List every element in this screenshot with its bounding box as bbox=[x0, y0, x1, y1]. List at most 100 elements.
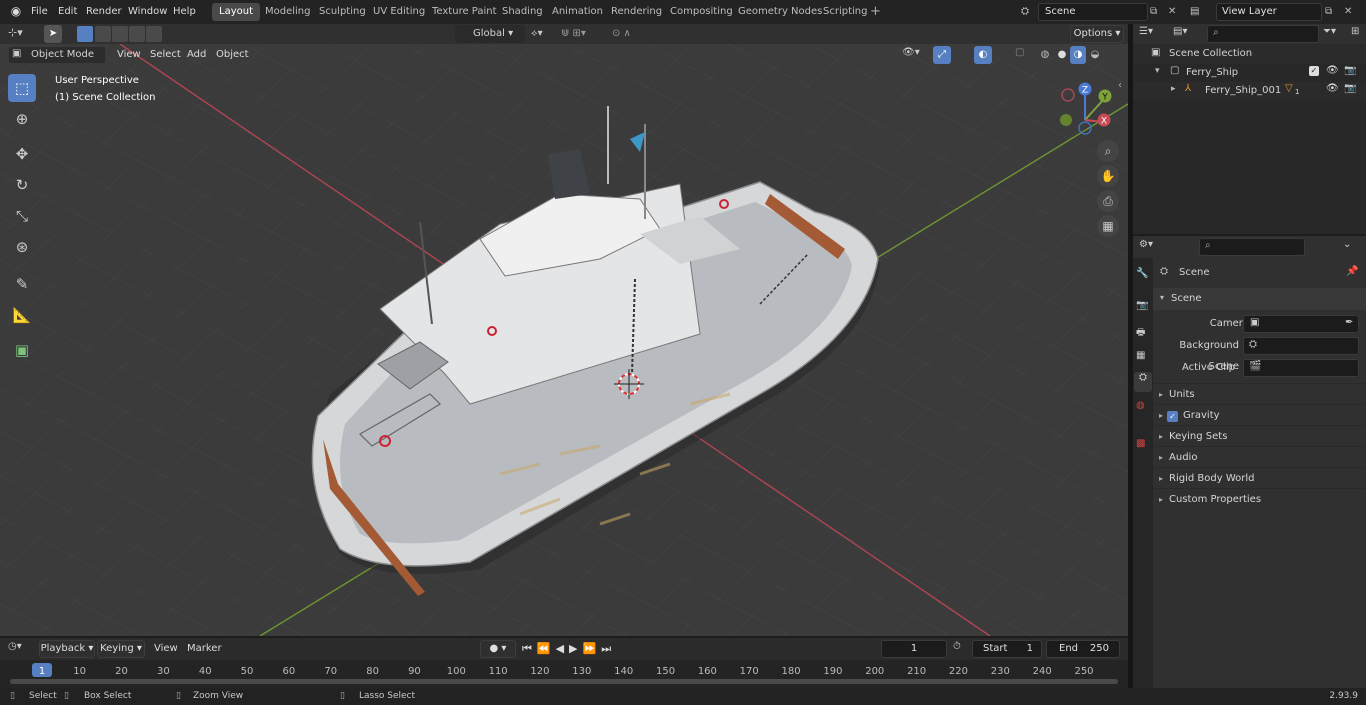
tab-animation[interactable]: Animation bbox=[545, 3, 610, 21]
panel-rigid-body-world[interactable]: ▸ Rigid Body World bbox=[1153, 467, 1366, 488]
render-camera-icon[interactable]: 📷 bbox=[1344, 65, 1356, 76]
select-box-tool-icon[interactable]: ⬚ bbox=[8, 74, 36, 102]
panel-custom-properties[interactable]: ▸ Custom Properties bbox=[1153, 488, 1366, 509]
shading-rendered-icon[interactable]: ◒ bbox=[1087, 46, 1103, 64]
3d-viewport[interactable]: Z Y X Object Mode ▣ View Select Add Obje… bbox=[0, 44, 1128, 636]
viewport-menu-object[interactable]: Object bbox=[216, 47, 249, 63]
preview-range-icon[interactable]: ⏱ bbox=[953, 641, 961, 652]
panel-audio[interactable]: ▸ Audio bbox=[1153, 446, 1366, 467]
editor-type-icon[interactable]: ⊹▾ bbox=[8, 26, 34, 42]
overlay-toggle-icon[interactable]: ◐ bbox=[974, 46, 992, 64]
outliner-row-ferry-ship[interactable]: ▾ ▢ Ferry_Ship ✓ 👁 📷 bbox=[1133, 64, 1366, 82]
menu-window[interactable]: Window bbox=[128, 4, 167, 20]
select-tool-icon[interactable]: ➤ bbox=[44, 25, 62, 43]
menu-edit[interactable]: Edit bbox=[58, 4, 77, 20]
display-mode-icon[interactable]: ▤▾ bbox=[1173, 26, 1199, 42]
xray-toggle-icon[interactable]: ▢ bbox=[1015, 47, 1029, 63]
exclude-checkbox[interactable]: ✓ bbox=[1309, 66, 1319, 76]
sidebar-toggle-icon[interactable]: ‹ bbox=[1118, 80, 1128, 94]
gizmo-toggle-icon[interactable]: ⤢ bbox=[933, 46, 951, 64]
eyedropper-icon[interactable]: ✒ bbox=[1345, 317, 1353, 328]
background-scene-field[interactable] bbox=[1243, 337, 1359, 355]
panel-gravity[interactable]: ▸ ✓ Gravity bbox=[1153, 404, 1366, 425]
mode-set-icon[interactable] bbox=[77, 26, 93, 42]
pin-icon[interactable]: 📌 bbox=[1346, 266, 1358, 277]
gravity-checkbox[interactable]: ✓ bbox=[1167, 411, 1179, 422]
keying-menu[interactable]: Keying ▾ bbox=[97, 640, 145, 658]
expand-arrow-icon[interactable]: ▾ bbox=[1155, 66, 1160, 76]
snap-icon[interactable]: ⋓ ⊞▾ bbox=[561, 25, 609, 43]
shading-solid-icon[interactable]: ● bbox=[1054, 46, 1070, 64]
shading-wireframe-icon[interactable]: ◍ bbox=[1037, 46, 1053, 64]
visibility-eye-icon[interactable]: 👁 bbox=[1326, 65, 1339, 76]
tab-texture-paint[interactable]: Texture Paint bbox=[425, 3, 504, 21]
panel-units[interactable]: ▸ Units bbox=[1153, 383, 1366, 404]
properties-search-input[interactable] bbox=[1199, 238, 1305, 256]
camera-field[interactable] bbox=[1243, 315, 1359, 333]
measure-tool-icon[interactable]: 📐 bbox=[8, 301, 36, 329]
view-layer-selector-icon[interactable]: ▤ bbox=[1190, 3, 1214, 21]
annotate-tool-icon[interactable]: ✎ bbox=[8, 270, 36, 298]
timeline-menu-view[interactable]: View bbox=[154, 641, 178, 657]
view-layer-tab-icon[interactable]: ▦ bbox=[1136, 350, 1145, 361]
timeline-menu-marker[interactable]: Marker bbox=[187, 641, 222, 657]
menu-render[interactable]: Render bbox=[86, 4, 122, 20]
outliner-editor-type-icon[interactable]: ☰▾ bbox=[1139, 26, 1165, 42]
menu-file[interactable]: File bbox=[31, 4, 48, 20]
outliner-row-ferry-ship-001[interactable]: ▸ ⅄ Ferry_Ship_001 ▽ 1 👁 📷 bbox=[1133, 82, 1366, 100]
scale-tool-icon[interactable]: ⤡ bbox=[8, 202, 36, 230]
blender-logo-icon[interactable]: ◉ bbox=[8, 4, 24, 20]
rotate-tool-icon[interactable]: ↻ bbox=[8, 171, 36, 199]
visibility-toggle-icon[interactable]: 👁▾ bbox=[902, 47, 928, 63]
new-collection-icon[interactable]: ⊞ bbox=[1351, 26, 1363, 42]
output-tab-icon[interactable]: 🖶 bbox=[1136, 325, 1145, 342]
mode-intersect-icon[interactable] bbox=[146, 26, 162, 42]
playback-menu[interactable]: Playback ▾ bbox=[39, 640, 95, 658]
scene-section-header[interactable]: ▾ Scene bbox=[1153, 288, 1366, 310]
area-divider[interactable] bbox=[1128, 24, 1133, 688]
tab-layout[interactable]: Layout bbox=[212, 3, 260, 21]
world-tab-icon[interactable]: ◍ bbox=[1136, 400, 1145, 411]
record-keyframes-button[interactable]: ● ▾ bbox=[480, 640, 516, 658]
tab-rendering[interactable]: Rendering bbox=[604, 3, 669, 21]
view-layer-field[interactable]: View Layer bbox=[1216, 3, 1322, 21]
camera-view-icon[interactable]: ⎙ bbox=[1097, 190, 1119, 212]
end-frame-field[interactable]: End 250 bbox=[1046, 640, 1120, 658]
render-tab-icon[interactable]: 📷 bbox=[1136, 300, 1148, 311]
outliner-row-scene-collection[interactable]: ▣ Scene Collection bbox=[1133, 44, 1366, 64]
new-view-layer-icon[interactable]: ⧉ bbox=[1325, 3, 1341, 21]
start-frame-field[interactable]: Start 1 bbox=[972, 640, 1042, 658]
scene-name-field[interactable]: Scene bbox=[1038, 3, 1148, 21]
zoom-icon[interactable]: ⌕ bbox=[1097, 140, 1119, 162]
properties-editor-type-icon[interactable]: ⚙▾ bbox=[1139, 239, 1165, 255]
render-camera-icon[interactable]: 📷 bbox=[1344, 83, 1356, 94]
add-workspace-icon[interactable]: + bbox=[870, 4, 884, 20]
tab-shading[interactable]: Shading bbox=[495, 3, 550, 21]
shading-material-icon[interactable]: ◑ bbox=[1070, 46, 1086, 64]
mode-extend-icon[interactable] bbox=[95, 26, 111, 42]
perspective-toggle-icon[interactable]: ▦ bbox=[1097, 215, 1119, 237]
menu-help[interactable]: Help bbox=[173, 4, 196, 20]
tab-modeling[interactable]: Modeling bbox=[258, 3, 318, 21]
timeline-editor-type-icon[interactable]: ◷▾ bbox=[8, 641, 34, 657]
viewport-menu-view[interactable]: View bbox=[117, 47, 141, 63]
tool-tab-icon[interactable]: 🔧 bbox=[1136, 268, 1148, 279]
scene-tab-icon[interactable]: ⛭ bbox=[1134, 372, 1152, 392]
pivot-icon[interactable]: ⟡▾ bbox=[531, 25, 557, 43]
tab-uv-editing[interactable]: UV Editing bbox=[366, 3, 432, 21]
proportional-edit-icon[interactable]: ⊙ ∧ bbox=[612, 25, 656, 43]
properties-options-icon[interactable]: ⌄ bbox=[1343, 239, 1359, 255]
viewport-menu-add[interactable]: Add bbox=[187, 47, 206, 63]
timeline-scrollbar[interactable] bbox=[10, 679, 1118, 684]
texture-tab-icon[interactable]: ▩ bbox=[1136, 438, 1145, 449]
tab-scripting[interactable]: Scripting bbox=[816, 3, 874, 21]
playback-controls[interactable]: ⏮⏪◀▶⏩⏭ bbox=[522, 640, 630, 658]
move-tool-icon[interactable]: ✥ bbox=[8, 140, 36, 168]
tab-sculpting[interactable]: Sculpting bbox=[312, 3, 373, 21]
current-frame-field[interactable]: 1 bbox=[881, 640, 947, 658]
transform-tool-icon[interactable]: ⊛ bbox=[8, 233, 36, 261]
expand-arrow-icon[interactable]: ▸ bbox=[1171, 84, 1176, 94]
new-scene-icon[interactable]: ⧉ bbox=[1150, 3, 1166, 21]
cursor-tool-icon[interactable]: ⊕ bbox=[8, 105, 36, 133]
delete-scene-icon[interactable]: ✕ bbox=[1168, 3, 1182, 21]
